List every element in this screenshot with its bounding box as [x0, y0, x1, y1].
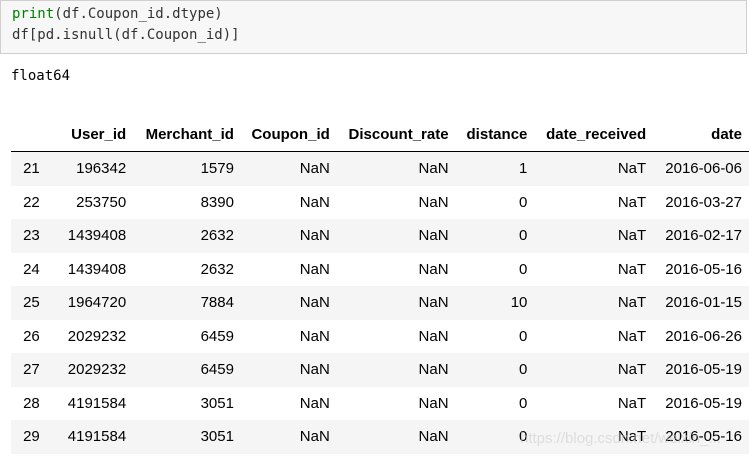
cell-date: 2016-06-06	[665, 160, 742, 178]
column-header-date: date	[653, 118, 749, 152]
cell-index: 27	[23, 361, 40, 379]
cell-date-received: NaT	[617, 294, 647, 312]
cell-user-id: 253750	[76, 193, 127, 211]
cell-date: 2016-03-27	[665, 193, 742, 211]
table-row: 27 2029232 6459 NaN NaN 0 NaT 2016-05-19	[11, 353, 749, 387]
cell-discount-rate: NaN	[418, 361, 449, 379]
cell-discount-rate: NaN	[418, 394, 449, 412]
cell-date: 2016-05-16	[665, 260, 742, 278]
cell-discount-rate: NaN	[418, 227, 449, 245]
column-header-coupon-id: Coupon_id	[240, 118, 337, 152]
cell-coupon-id: NaN	[299, 260, 330, 278]
cell-date: 2016-06-26	[665, 327, 742, 345]
cell-merchant-id: 2632	[200, 227, 234, 245]
cell-date-received: NaT	[617, 260, 647, 278]
cell-coupon-id: NaN	[299, 361, 330, 379]
cell-discount-rate: NaN	[418, 327, 449, 345]
cell-user-id: 1964720	[67, 294, 127, 312]
cell-distance: 0	[519, 193, 528, 211]
column-header-index	[11, 118, 48, 152]
cell-user-id: 1439408	[67, 227, 127, 245]
cell-discount-rate: NaN	[418, 260, 449, 278]
cell-distance: 0	[519, 327, 528, 345]
cell-user-id: 2029232	[67, 361, 127, 379]
dataframe-table: User_id Merchant_id Coupon_id Discount_rate…	[11, 118, 749, 454]
cell-coupon-id: NaN	[299, 428, 330, 446]
cell-merchant-id: 1579	[200, 160, 234, 178]
cell-distance: 0	[519, 260, 528, 278]
cell-discount-rate: NaN	[418, 428, 449, 446]
cell-user-id: 4191584	[67, 394, 127, 412]
cell-date-received: NaT	[617, 193, 647, 211]
isnull-function: isnull	[62, 27, 114, 43]
cell-index: 23	[23, 227, 40, 245]
cell-distance: 0	[519, 227, 528, 245]
cell-coupon-id: NaN	[299, 193, 330, 211]
cell-date: 2016-01-15	[665, 294, 742, 312]
column-header-discount-rate: Discount_rate	[336, 118, 456, 152]
cell-date-received: NaT	[617, 361, 647, 379]
cell-user-id: 2029232	[67, 327, 127, 345]
cell-index: 21	[23, 160, 40, 178]
cell-coupon-id: NaN	[299, 227, 330, 245]
dtype-output: float64	[11, 68, 71, 84]
cell-merchant-id: 8390	[200, 193, 234, 211]
cell-index: 28	[23, 394, 40, 412]
cell-date: 2016-05-19	[665, 394, 742, 412]
cell-discount-rate: NaN	[418, 193, 449, 211]
table-row: 24 1439408 2632 NaN NaN 0 NaT 2016-05-16	[11, 252, 749, 286]
cell-distance: 0	[519, 361, 528, 379]
cell-discount-rate: NaN	[418, 294, 449, 312]
cell-distance: 1	[519, 160, 528, 178]
cell-index: 25	[23, 294, 40, 312]
column-header-date-received: date_received	[534, 118, 654, 152]
table-row: 21 196342 1579 NaN NaN 1 NaT 2016-06-06	[11, 151, 749, 186]
code-cell-input[interactable]: print(df.Coupon_id.dtype) df[pd.isnull(d…	[0, 0, 747, 54]
cell-merchant-id: 2632	[200, 260, 234, 278]
cell-date-received: NaT	[617, 160, 647, 178]
cell-merchant-id: 6459	[200, 361, 234, 379]
cell-index: 26	[23, 327, 40, 345]
table-row: 26 2029232 6459 NaN NaN 0 NaT 2016-06-26	[11, 319, 749, 353]
table-body: 21 196342 1579 NaN NaN 1 NaT 2016-06-06 22 253750…	[11, 151, 749, 454]
table-header-row: User_id Merchant_id Coupon_id Discount_rate…	[11, 118, 749, 152]
cell-coupon-id: NaN	[299, 394, 330, 412]
print-keyword: print	[12, 6, 55, 22]
cell-user-id: 196342	[76, 160, 127, 178]
cell-user-id: 1439408	[67, 260, 127, 278]
cell-coupon-id: NaN	[299, 160, 330, 178]
code-line-2-prefix: df[pd.	[12, 27, 63, 43]
cell-merchant-id: 3051	[200, 394, 234, 412]
cell-coupon-id: NaN	[299, 327, 330, 345]
cell-index: 22	[23, 193, 40, 211]
table-row: 25 1964720 7884 NaN NaN 10 NaT 2016-01-15	[11, 286, 749, 320]
cell-date-received: NaT	[617, 327, 647, 345]
table-row: 28 4191584 3051 NaN NaN 0 NaT 2016-05-19	[11, 386, 749, 420]
code-line-2-args: (df.Coupon_id)]	[113, 27, 240, 43]
code-line-1: print(df.Coupon_id.dtype)	[12, 4, 746, 25]
code-line-2: df[pd.isnull(df.Coupon_id)]	[12, 25, 746, 46]
cell-distance: 10	[510, 294, 528, 312]
column-header-merchant-id: Merchant_id	[133, 118, 241, 152]
cell-date-received: NaT	[617, 227, 647, 245]
column-header-user-id: User_id	[47, 118, 134, 152]
cell-date: 2016-02-17	[665, 227, 742, 245]
cell-merchant-id: 3051	[200, 428, 234, 446]
column-header-distance: distance	[455, 118, 535, 152]
cell-user-id: 4191584	[67, 428, 127, 446]
cell-discount-rate: NaN	[418, 160, 449, 178]
cell-merchant-id: 7884	[200, 294, 234, 312]
cell-index: 24	[23, 260, 40, 278]
code-line-1-args: (df.Coupon_id.dtype)	[54, 6, 223, 22]
table-row: 23 1439408 2632 NaN NaN 0 NaT 2016-02-17	[11, 219, 749, 253]
table-row: 22 253750 8390 NaN NaN 0 NaT 2016-03-27	[11, 185, 749, 219]
cell-index: 29	[23, 428, 40, 446]
cell-distance: 0	[519, 394, 528, 412]
cell-date: 2016-05-19	[665, 361, 742, 379]
cell-merchant-id: 6459	[200, 327, 234, 345]
cell-coupon-id: NaN	[299, 294, 330, 312]
cell-date-received: NaT	[617, 394, 647, 412]
watermark-text: https://blog.csdn.net/weixin_...	[520, 430, 721, 447]
